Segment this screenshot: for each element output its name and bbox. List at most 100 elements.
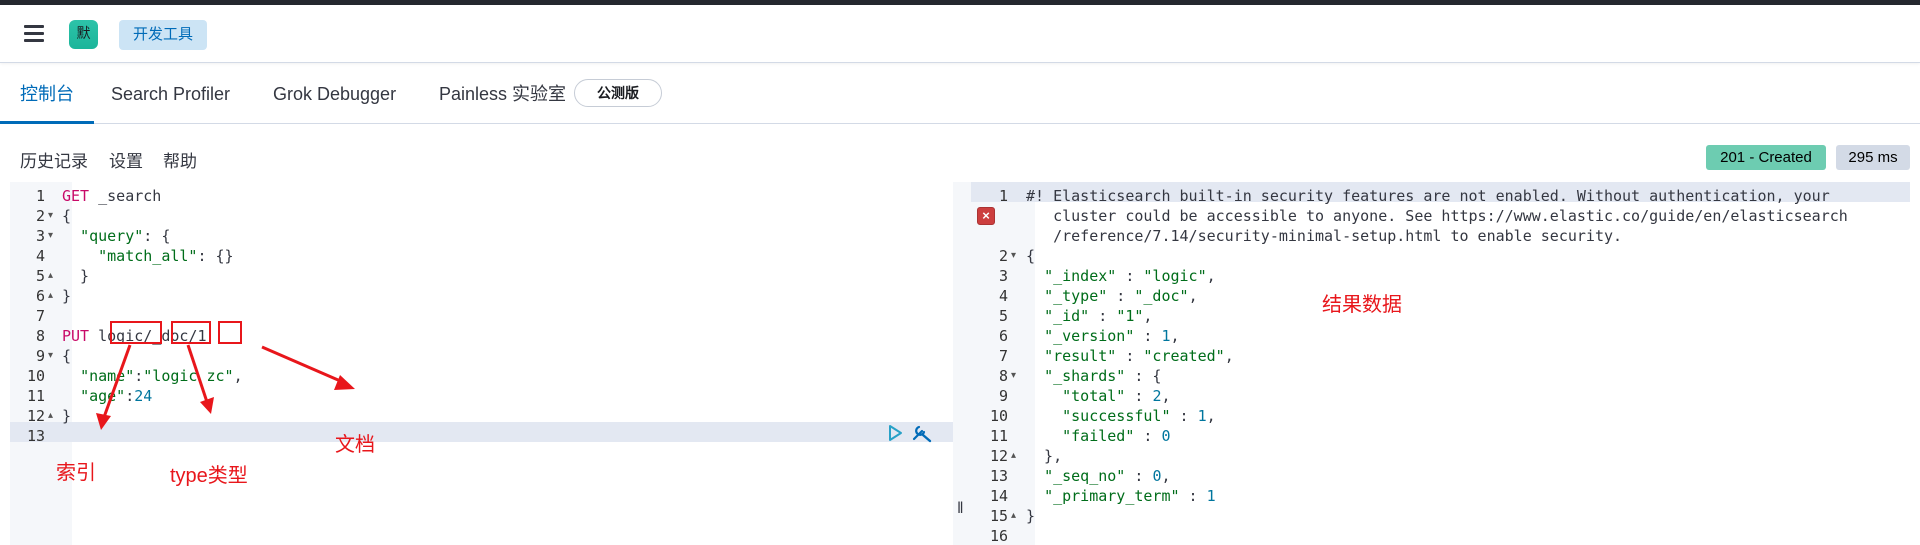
code-token: "_doc"	[1134, 287, 1189, 305]
code-token: {	[1026, 247, 1036, 265]
code-token: "result"	[1044, 347, 1117, 365]
help-link[interactable]: 帮助	[163, 147, 197, 172]
annotation-index: 索引	[56, 462, 96, 484]
code-token: :	[134, 367, 144, 385]
code-token: : {	[1125, 367, 1162, 385]
code-line: cluster could be accessible to anyone. S…	[1026, 206, 1848, 226]
fold-open-icon[interactable]: ▾	[1011, 246, 1016, 266]
annotation-box-type	[171, 321, 211, 344]
code-line: {	[62, 206, 71, 226]
code-token: "_seq_no"	[1044, 467, 1126, 485]
fold-close-icon[interactable]: ▴	[48, 286, 53, 306]
code-token: :	[1179, 487, 1207, 505]
tab-grok-debugger[interactable]: Grok Debugger	[273, 64, 396, 124]
code-token: :	[1107, 287, 1135, 305]
line-number: 16	[989, 527, 1008, 545]
code-line: "query": {	[62, 226, 170, 246]
status-badge: 201 - Created	[1706, 145, 1826, 170]
code-token: 24	[134, 387, 153, 405]
code-token: 1	[1206, 487, 1216, 505]
code-line: "total" : 2,	[1026, 386, 1171, 406]
tab-bar: 控制台 Search Profiler Grok Debugger Painle…	[0, 64, 1920, 124]
line-number: 5	[35, 267, 45, 285]
breadcrumb[interactable]: 开发工具	[119, 20, 208, 50]
response-output: 1 #! Elasticsearch built-in security feat…	[971, 182, 1920, 545]
line-number: 1	[998, 187, 1008, 205]
warning-icon[interactable]: ×	[977, 207, 995, 225]
code-line: "_seq_no" : 0,	[1026, 466, 1170, 486]
code-line: "_type" : "_doc",	[1026, 286, 1198, 306]
line-number: 9	[35, 347, 45, 365]
space-avatar[interactable]: 默	[69, 20, 98, 49]
code-token: ,	[1224, 347, 1234, 365]
line-number: 11	[989, 427, 1008, 445]
code-line: }	[62, 406, 71, 426]
code-token: "1"	[1116, 307, 1144, 325]
code-token: {	[62, 347, 72, 365]
code-token: :	[1116, 267, 1144, 285]
code-token: ,	[1206, 267, 1216, 285]
code-token: cluster could be accessible to anyone. S…	[1026, 207, 1848, 225]
tab-search-profiler[interactable]: Search Profiler	[111, 64, 230, 124]
history-link[interactable]: 历史记录	[20, 147, 88, 172]
wrench-icon[interactable]	[911, 423, 933, 443]
line-number: 6	[998, 327, 1008, 345]
code-line: "age":24	[62, 386, 152, 406]
code-token: ,	[233, 367, 243, 385]
active-line-highlight	[10, 422, 953, 442]
pane-divider[interactable]	[953, 182, 971, 545]
line-number: 7	[998, 347, 1008, 365]
code-line: {	[1026, 246, 1035, 266]
fold-close-icon[interactable]: ▴	[1011, 446, 1016, 466]
fold-open-icon[interactable]: ▾	[48, 206, 53, 226]
code-token: 1	[1197, 407, 1207, 425]
app-header: 默 开发工具	[0, 5, 1920, 63]
code-line: #! Elasticsearch built-in security featu…	[1026, 186, 1830, 206]
code-token: "total"	[1062, 387, 1126, 405]
code-line: /reference/7.14/security-minimal-setup.h…	[1026, 226, 1622, 246]
code-line: },	[1026, 446, 1062, 466]
line-number: 2	[998, 247, 1008, 265]
code-token: :	[1170, 407, 1198, 425]
resize-handle-icon[interactable]: ‖	[957, 500, 964, 518]
line-number: 12	[26, 407, 45, 425]
code-line: "_version" : 1,	[1026, 326, 1179, 346]
code-token: ,	[1206, 407, 1216, 425]
code-token: }	[62, 287, 72, 305]
fold-open-icon[interactable]: ▾	[48, 346, 53, 366]
request-editor[interactable]: 1 GET _search 2 ▾{3 ▾ "query": {4 "match_all…	[10, 182, 953, 545]
line-number: 4	[35, 247, 45, 265]
settings-link[interactable]: 设置	[109, 147, 143, 172]
fold-close-icon[interactable]: ▴	[48, 266, 53, 286]
fold-open-icon[interactable]: ▾	[1011, 366, 1016, 386]
code-line: "_shards" : {	[1026, 366, 1161, 386]
line-number: 1	[35, 187, 45, 205]
code-token: "name"	[80, 367, 135, 385]
code-token: "_type"	[1044, 287, 1108, 305]
code-token: :	[1134, 427, 1162, 445]
code-token: }	[62, 407, 72, 425]
tab-console[interactable]: 控制台	[0, 64, 94, 124]
fold-close-icon[interactable]: ▴	[48, 406, 53, 426]
code-token: ,	[1161, 387, 1171, 405]
fold-open-icon[interactable]: ▾	[48, 226, 53, 246]
code-token: "_index"	[1044, 267, 1117, 285]
code-line: "_index" : "logic",	[1026, 266, 1216, 286]
code-line: {	[62, 346, 71, 366]
code-token: : {	[143, 227, 171, 245]
fold-close-icon[interactable]: ▴	[1011, 506, 1016, 526]
line-number: 13	[26, 427, 45, 445]
tab-painless-lab[interactable]: Painless 实验室	[439, 64, 566, 124]
code-line: "failed" : 0	[1026, 426, 1170, 446]
menu-icon[interactable]	[22, 23, 46, 43]
line-number: 13	[989, 467, 1008, 485]
play-icon[interactable]	[887, 424, 903, 442]
line-number	[971, 226, 1008, 246]
